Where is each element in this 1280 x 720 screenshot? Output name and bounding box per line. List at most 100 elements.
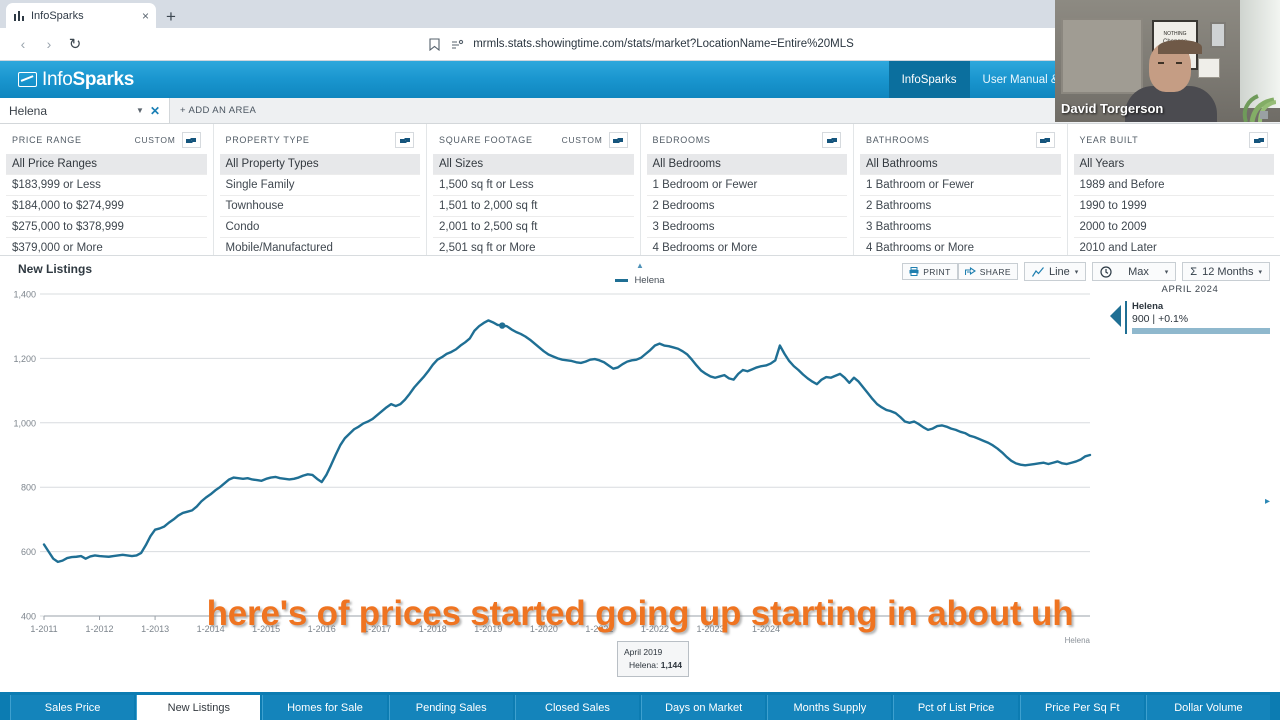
chart-plot[interactable]: 400 600 800 1,000 1,200 1,400 1-2011 1-2012 1-20… — [0, 286, 1115, 651]
area-selector[interactable]: Helena ▼ ✕ — [0, 98, 170, 123]
chart-type-selector[interactable]: Line ▾ — [1023, 262, 1087, 281]
filter-option[interactable]: Single Family — [219, 175, 420, 196]
filter-option[interactable]: 2 Bedrooms — [646, 196, 847, 217]
chart-toolbar: PRINT SHARE Line ▾ Max ▾ Σ 12 Months ▾ — [902, 262, 1270, 281]
close-icon[interactable]: × — [142, 10, 149, 22]
books-row-top — [1063, 22, 1141, 52]
filter-option[interactable]: All Sizes — [433, 154, 634, 175]
nav-item-infosparks[interactable]: InfoSparks — [888, 61, 970, 98]
filter-option[interactable]: $183,999 or Less — [6, 175, 207, 196]
tab-pct-of-list-price[interactable]: Pct of List Price — [893, 695, 1018, 720]
share-arrow-icon — [964, 267, 976, 276]
filter-sort-icon[interactable] — [1249, 132, 1268, 148]
aggregation-label: 12 Months — [1202, 265, 1254, 278]
filter-option[interactable]: 2010 and Later — [1074, 238, 1275, 258]
filter-header: YEAR BUILT — [1068, 132, 1280, 154]
filter-sort-icon[interactable] — [608, 132, 628, 148]
filter-options: All Bedrooms 1 Bedroom or Fewer 2 Bedroo… — [641, 154, 854, 258]
filter-option[interactable]: 1,500 sq ft or Less — [433, 175, 634, 196]
add-area-button[interactable]: + ADD AN AREA — [170, 98, 266, 123]
browser-tab[interactable]: InfoSparks × — [6, 3, 156, 28]
filter-sort-icon[interactable] — [181, 132, 201, 148]
filter-option[interactable]: 4 Bathrooms or More — [860, 238, 1061, 258]
reload-icon[interactable]: ↻ — [62, 31, 88, 57]
svg-text:1,200: 1,200 — [13, 354, 36, 364]
svg-text:1-2011: 1-2011 — [30, 624, 57, 634]
svg-text:1-2017: 1-2017 — [363, 624, 391, 634]
share-label: SHARE — [979, 266, 1011, 277]
expand-panel-icon[interactable]: ▸ — [1265, 496, 1270, 507]
filter-option[interactable]: 2,001 to 2,500 sq ft — [433, 217, 634, 238]
filter-option[interactable]: 1 Bathroom or Fewer — [860, 175, 1061, 196]
filter-option[interactable]: All Price Ranges — [6, 154, 207, 175]
filter-option[interactable]: Condo — [219, 217, 420, 238]
share-button[interactable]: SHARE — [957, 263, 1018, 280]
tab-price-per-sq-ft[interactable]: Price Per Sq Ft — [1019, 695, 1144, 720]
chevron-down-icon: ▾ — [1164, 268, 1169, 276]
filter-header: BATHROOMS — [854, 132, 1067, 154]
chevron-down-icon[interactable]: ▼ — [136, 106, 144, 115]
bookmark-icon[interactable] — [427, 37, 441, 51]
filter-panel: PRICE RANGE CUSTOM All Price Ranges $183… — [0, 124, 1280, 256]
filter-option[interactable]: $379,000 or More — [6, 238, 207, 258]
new-tab-button[interactable]: + — [166, 8, 176, 25]
filter-options: All Years 1989 and Before 1990 to 1999 2… — [1068, 154, 1280, 258]
range-label: Max — [1128, 265, 1149, 278]
infosparks-logo[interactable]: InfoSparks — [18, 69, 134, 91]
collapse-filters-handle[interactable]: ▲ — [627, 261, 653, 270]
svg-text:1-2016: 1-2016 — [308, 624, 336, 634]
back-icon[interactable]: ‹ — [10, 31, 36, 57]
filter-option[interactable]: All Bathrooms — [860, 154, 1061, 175]
tab-sales-price[interactable]: Sales Price — [10, 695, 135, 720]
filter-option[interactable]: 1989 and Before — [1073, 175, 1274, 196]
filter-option[interactable]: 1990 to 1999 — [1073, 196, 1274, 217]
filter-custom-label[interactable]: CUSTOM — [135, 135, 176, 145]
filter-option[interactable]: 2 Bathrooms — [860, 196, 1061, 217]
filter-option[interactable]: 2,501 sq ft or More — [433, 238, 634, 258]
filter-square-footage: SQUARE FOOTAGE CUSTOM All Sizes 1,500 sq… — [427, 124, 641, 255]
filter-option[interactable]: 2000 to 2009 — [1073, 217, 1274, 238]
chart-tooltip: April 2019 Helena: 1,144 — [617, 641, 689, 677]
filter-options: All Sizes 1,500 sq ft or Less 1,501 to 2… — [427, 154, 640, 258]
filter-option[interactable]: 1,501 to 2,000 sq ft — [433, 196, 634, 217]
tab-dollar-volume[interactable]: Dollar Volume — [1145, 695, 1271, 720]
tab-closed-sales[interactable]: Closed Sales — [514, 695, 640, 720]
tab-new-listings[interactable]: New Listings — [136, 695, 261, 720]
remove-area-icon[interactable]: ✕ — [150, 104, 160, 118]
wall-frame-small — [1210, 22, 1226, 48]
filter-sort-icon[interactable] — [1035, 132, 1055, 148]
tab-pending-sales[interactable]: Pending Sales — [388, 695, 513, 720]
aggregation-selector[interactable]: Σ 12 Months ▾ — [1182, 262, 1270, 281]
metric-tab-bar: Sales Price New Listings Homes for Sale … — [0, 692, 1280, 720]
filter-option[interactable]: 4 Bedrooms or More — [647, 238, 848, 258]
filter-option[interactable]: All Years — [1073, 154, 1274, 175]
filter-header: PROPERTY TYPE — [214, 132, 427, 154]
filter-option[interactable]: 3 Bedrooms — [646, 217, 847, 238]
filter-title: YEAR BUILT — [1079, 135, 1139, 145]
tab-days-on-market[interactable]: Days on Market — [641, 695, 766, 720]
chevron-down-icon: ▾ — [1258, 268, 1262, 276]
filter-option[interactable]: 3 Bathrooms — [860, 217, 1061, 238]
tab-homes-for-sale[interactable]: Homes for Sale — [262, 695, 387, 720]
filter-bedrooms: BEDROOMS All Bedrooms 1 Bedroom or Fewer… — [641, 124, 854, 258]
site-settings-icon[interactable] — [450, 37, 464, 51]
filter-option[interactable]: $184,000 to $274,999 — [6, 196, 207, 217]
forward-icon[interactable]: › — [36, 31, 62, 57]
tab-months-supply[interactable]: Months Supply — [767, 695, 892, 720]
filter-title: BATHROOMS — [866, 135, 930, 145]
filter-option[interactable]: Townhouse — [219, 196, 420, 217]
filter-option[interactable]: All Property Types — [219, 154, 420, 175]
clock-icon — [1100, 265, 1112, 278]
filter-sort-icon[interactable] — [822, 132, 841, 148]
filter-option[interactable]: All Bedrooms — [646, 154, 847, 175]
filter-option[interactable]: Mobile/Manufactured — [220, 238, 421, 258]
logo-text-bold: Sparks — [72, 68, 135, 90]
filter-custom-label[interactable]: CUSTOM — [562, 135, 603, 145]
filter-option[interactable]: 1 Bedroom or Fewer — [646, 175, 847, 196]
filter-option[interactable]: $275,000 to $378,999 — [6, 217, 207, 238]
range-selector[interactable]: Max ▾ — [1092, 262, 1177, 281]
address-bar[interactable]: mrmls.stats.showingtime.com/stats/market… — [94, 32, 1187, 56]
print-button[interactable]: PRINT — [902, 263, 958, 280]
svg-text:1-2023: 1-2023 — [696, 624, 724, 634]
filter-sort-icon[interactable] — [395, 132, 414, 148]
